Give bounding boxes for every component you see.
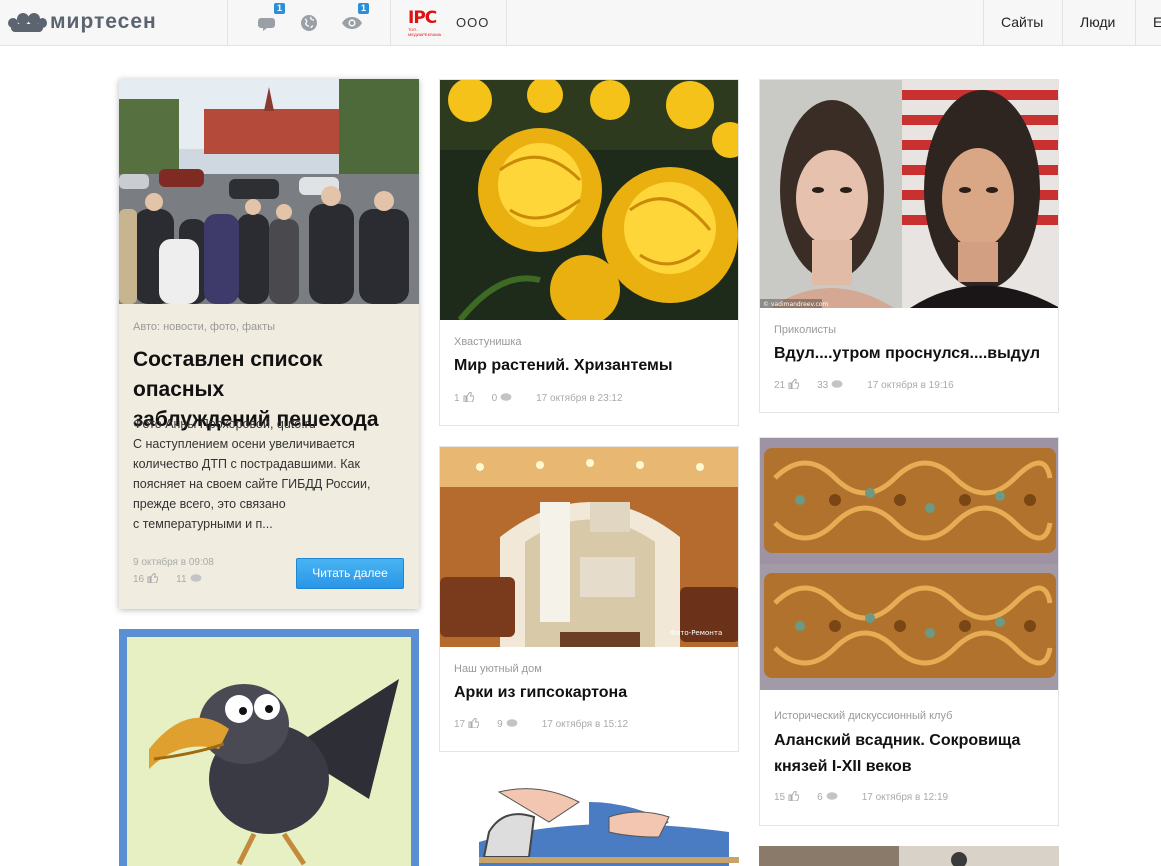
gold-plaque-photo <box>760 438 1058 690</box>
likes-count: 16 <box>133 574 145 585</box>
post-card[interactable]: Исторический дискуссионный клуб Аланский… <box>759 437 1059 826</box>
chrysanthemum-photo <box>440 80 738 320</box>
nav-more[interactable]: Е <box>1153 14 1161 30</box>
photo-watermark: © vadimandreev.com <box>763 301 828 308</box>
post-card[interactable]: © vadimandreev.com Приколисты Вдул....ут… <box>759 79 1059 413</box>
likes-count: 15 <box>774 792 786 803</box>
chat-icon <box>258 17 275 31</box>
post-image[interactable] <box>119 629 419 866</box>
logo-text: миртесен <box>50 10 157 33</box>
company-link[interactable]: ООО <box>456 15 489 30</box>
comment-icon[interactable] <box>500 392 512 405</box>
nav-sites[interactable]: Сайты <box>1001 14 1043 30</box>
divider <box>983 0 984 46</box>
post-category[interactable]: Хвастунишка <box>454 336 522 348</box>
post-image[interactable] <box>760 438 1058 690</box>
post-image[interactable] <box>440 80 738 320</box>
thumbs-up-icon[interactable] <box>463 391 474 405</box>
messages-badge: 1 <box>273 3 285 14</box>
post-excerpt: Фото Анны Прохоровой, quto.ru С наступле… <box>133 417 371 531</box>
post-card[interactable] <box>759 846 1059 866</box>
divider <box>390 0 391 46</box>
comments-count: 11 <box>176 574 187 585</box>
interior-photo: Фото-Ремонта <box>440 447 738 647</box>
post-stats: 15 6 17 октября в 12:19 <box>774 790 949 804</box>
post-card[interactable] <box>119 629 419 866</box>
comments-count: 6 <box>817 792 823 803</box>
post-title[interactable]: Мир растений. Хризантемы <box>454 355 673 377</box>
post-image[interactable]: © vadimandreev.com <box>760 80 1058 308</box>
post-card[interactable] <box>439 772 739 866</box>
post-card[interactable]: Фото-Ремонта Наш уютный дом Арки из гипс… <box>439 446 739 752</box>
comments-count: 9 <box>497 719 503 730</box>
post-category[interactable]: Наш уютный дом <box>454 663 542 675</box>
post-date: 17 октября в 12:19 <box>861 792 949 803</box>
likes-count: 21 <box>774 380 786 391</box>
street-photo <box>119 79 419 304</box>
comment-icon[interactable] <box>831 379 843 392</box>
views-badge: 1 <box>357 3 369 14</box>
post-title[interactable]: Арки из гипсокартона <box>454 682 627 704</box>
comment-icon[interactable] <box>190 573 202 586</box>
likes-count: 17 <box>454 719 466 730</box>
messages-button[interactable]: 1 <box>257 3 285 33</box>
globe-icon <box>301 15 317 31</box>
thumbs-up-icon[interactable] <box>788 790 800 804</box>
post-image[interactable] <box>439 772 739 866</box>
portrait-photo: © vadimandreev.com <box>760 80 1058 308</box>
post-card[interactable]: Авто: новости, фото, факты Составлен спи… <box>119 79 419 609</box>
post-image[interactable]: Фото-Ремонта <box>440 447 738 647</box>
room-photo <box>759 846 1059 866</box>
divider <box>1062 0 1063 46</box>
photo-watermark: Фото-Ремонта <box>670 629 722 637</box>
read-more-button[interactable]: Читать далее <box>296 558 404 589</box>
ipc-logo[interactable]: IPC ТОП-МЕДИАРЕКЛАМА <box>408 9 441 37</box>
post-date: 9 октября в 09:08 <box>133 557 214 568</box>
divider <box>1135 0 1136 46</box>
post-stats: 1 0 17 октября в 23:12 <box>454 391 623 405</box>
nav-people[interactable]: Люди <box>1080 14 1115 30</box>
logo[interactable]: миртесен <box>8 10 157 34</box>
thumbs-up-icon[interactable] <box>147 572 159 586</box>
post-category[interactable]: Авто: новости, фото, факты <box>133 321 275 333</box>
divider <box>227 0 228 46</box>
post-stats: 16 11 <box>133 572 220 586</box>
post-card[interactable]: Хвастунишка Мир растений. Хризантемы 1 0… <box>439 79 739 426</box>
post-title[interactable]: Вдул....утром проснулся....выдул <box>774 343 1040 365</box>
post-image[interactable] <box>759 846 1059 866</box>
post-category[interactable]: Исторический дискуссионный клуб <box>774 710 952 722</box>
post-category[interactable]: Приколисты <box>774 324 836 336</box>
thumbs-up-icon[interactable] <box>468 717 480 731</box>
divider <box>506 0 507 46</box>
eye-icon <box>342 17 362 29</box>
post-image[interactable] <box>119 79 419 304</box>
post-date: 17 октября в 23:12 <box>536 393 623 404</box>
comments-count: 0 <box>491 393 498 404</box>
post-date: 17 октября в 15:12 <box>541 719 629 730</box>
likes-count: 1 <box>454 393 460 404</box>
crow-cartoon-image <box>119 629 419 866</box>
post-date: 17 октября в 19:16 <box>867 380 954 391</box>
comment-icon[interactable] <box>826 791 838 804</box>
comments-count: 33 <box>817 380 829 391</box>
ironing-cartoon-image <box>439 772 739 866</box>
globe-button[interactable] <box>298 13 320 33</box>
post-stats: 21 33 17 октября в 19:16 <box>774 378 954 392</box>
post-title[interactable]: Аланский всадник. Сокровища князей I-XII… <box>774 728 1054 780</box>
views-button[interactable]: 1 <box>341 3 369 33</box>
thumbs-up-icon[interactable] <box>788 378 800 392</box>
people-logo-icon <box>8 12 47 32</box>
comment-icon[interactable] <box>506 718 518 731</box>
post-stats: 17 9 17 октября в 15:12 <box>454 717 629 731</box>
top-bar: миртесен 1 1 IPC ТОП-МЕДИАРЕКЛАМА ООО Са… <box>0 0 1161 46</box>
